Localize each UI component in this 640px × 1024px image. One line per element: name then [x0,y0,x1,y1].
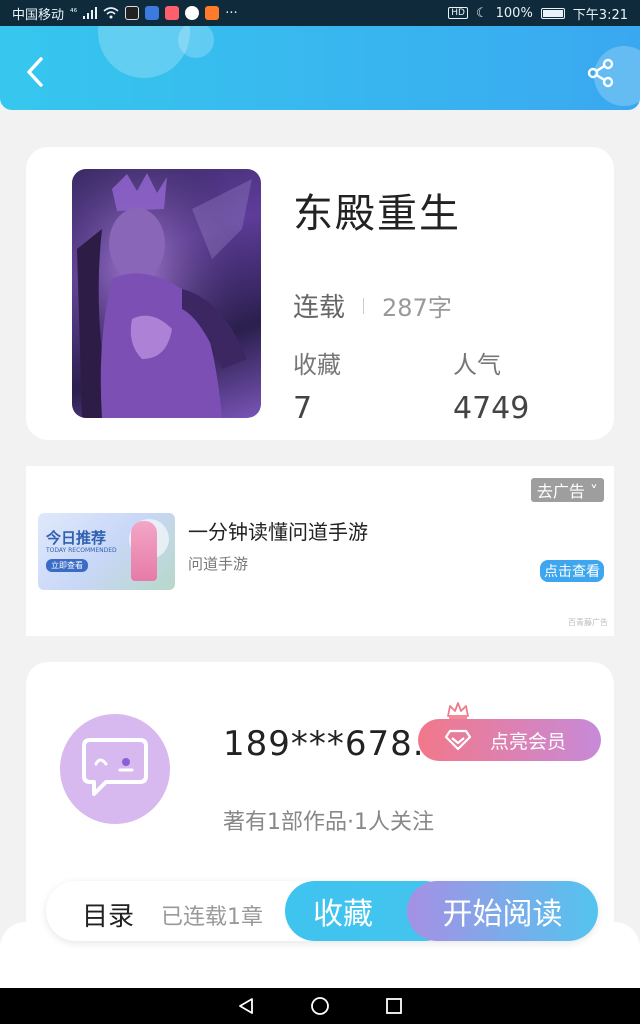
ad-source: 问道手游 [188,555,249,573]
app-notification-icon [205,6,220,20]
word-count: 287字 [382,294,452,322]
ad-image-subtitle: TODAY RECOMMENDED [46,547,117,554]
vip-button-label: 点亮会员 [490,730,567,753]
chevron-left-icon [27,57,43,87]
nav-recents-button[interactable] [383,995,405,1017]
favorites-button-label: 收藏 [313,897,373,932]
circle-home-icon [311,997,329,1015]
favorites-label: 收藏 [293,351,341,379]
status-right: HD ☾ 100% 下午3:21 [448,4,628,23]
share-button[interactable] [584,56,618,90]
signal-label: ⁴⁶ [70,8,78,18]
moon-icon: ☾ [475,5,488,21]
favorites-count: 7 [293,391,313,426]
author-name: 189***678.. [223,724,437,764]
carrier-label: 中国移动 [12,7,65,23]
ad-provider-label: 百青藤广告 [568,618,608,627]
share-icon [587,58,614,88]
popularity-label: 人气 [453,351,501,379]
ad-image-button: 立即查看 [46,559,88,572]
book-title: 东殿重生 [293,191,461,237]
square-recents-icon [386,998,402,1014]
nav-back-button[interactable] [235,995,257,1017]
header-bar [0,26,640,110]
system-navigation-bar [0,988,640,1024]
app-notification-icon [125,6,140,20]
author-stats: 著有1部作品·1人关注 [223,810,434,835]
divider [363,297,365,314]
bottom-action-bar: 目录 已连载1章 收藏 开始阅读 [46,881,598,941]
app-notification-icon [145,6,160,20]
diamond-icon [444,729,472,751]
back-button[interactable] [20,54,50,90]
more-notifications: ··· [225,5,238,21]
ad-image[interactable]: 今日推荐 TODAY RECOMMENDED 立即查看 [38,513,175,590]
triangle-back-icon [239,998,253,1014]
ad-image-title: 今日推荐 [46,529,107,547]
table-of-contents-button[interactable]: 目录 [82,896,134,933]
ad-view-button[interactable]: 点击查看 [540,560,604,582]
signal-icon [83,7,98,19]
crown-icon [447,702,469,719]
video-app-icon [165,6,180,20]
remove-ad-button[interactable]: 去广告 ˅ [530,478,604,502]
start-reading-button[interactable]: 开始阅读 [407,881,598,941]
chat-bubble-icon [82,738,148,796]
clock: 下午3:21 [572,7,628,23]
serial-status: 连载 [293,293,346,323]
qq-icon [185,6,200,20]
start-reading-label: 开始阅读 [442,897,563,932]
status-bar: 中国移动 ⁴⁶ ··· HD ☾ 100% 下午3:21 [0,0,640,26]
ad-image-figure [131,521,157,581]
book-status-row: 连载 287字 [293,287,452,324]
wifi-icon [103,7,119,19]
decorative-bubble [98,26,190,78]
status-left: 中国移动 ⁴⁶ ··· [12,4,238,23]
book-info-card: 东殿重生 连载 287字 收藏 7 人气 4749 [26,147,614,440]
battery-percent: 100% [495,5,533,21]
chapter-count: 已连载1章 [161,905,263,930]
battery-icon [540,7,565,19]
ad-banner[interactable]: 去广告 ˅ 今日推荐 TODAY RECOMMENDED 立即查看 一分钟读懂问… [26,466,614,636]
author-avatar[interactable] [60,714,170,824]
nav-home-button[interactable] [309,995,331,1017]
decorative-bubble [178,26,214,58]
hd-badge: HD [448,7,468,19]
activate-vip-button[interactable]: 点亮会员 [418,719,601,761]
popularity-count: 4749 [453,391,530,426]
cover-illustration [72,169,261,418]
book-cover-image[interactable] [72,169,261,418]
ad-title[interactable]: 一分钟读懂问道手游 [188,516,368,545]
